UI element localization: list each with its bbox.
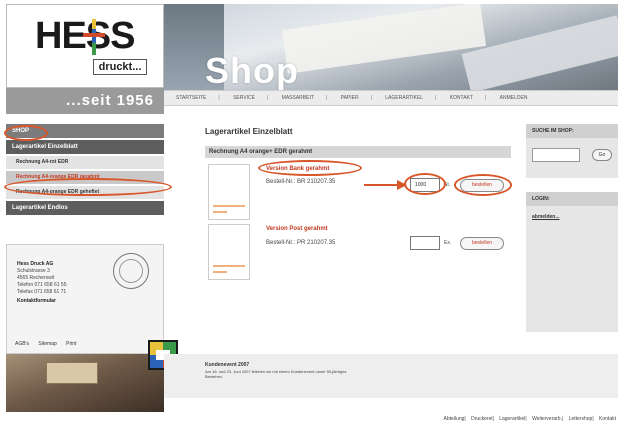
sidebar-item-rechnung-rot[interactable]: Rechnung A4-rot EDR: [6, 156, 164, 169]
search-input[interactable]: [532, 148, 580, 162]
section-title: Lagerartikel Einzelblatt: [205, 127, 293, 136]
quantity-input[interactable]: [410, 236, 440, 250]
logo-color-cross-icon: [83, 19, 105, 55]
contact-form-link[interactable]: Kontaktformular: [17, 298, 67, 305]
shop-page: HESS druckt... ...seit 1956 SHOP Lagerar…: [0, 0, 618, 426]
unit-label: Ex.: [444, 240, 452, 246]
nav-kontakt[interactable]: KONTAKT: [450, 95, 473, 101]
footer-link[interactable]: Weiterverarb.: [532, 416, 562, 422]
phone: Telefon 071 658 61 55: [17, 282, 67, 288]
nav-anmelden[interactable]: ANMELDEN: [500, 95, 528, 101]
order-number: Bestell-Nr.: BR 210207.35: [266, 179, 336, 185]
company-name: Hess Druck AG: [17, 261, 54, 267]
highlight-order-button: [454, 174, 512, 196]
logo[interactable]: HESS druckt...: [6, 4, 164, 88]
city: 4565 Recherswil: [17, 275, 54, 281]
footer-links: Abteilung| Druckerei| Lagerartikel| Weit…: [443, 416, 616, 422]
order-button[interactable]: bestellen: [460, 237, 504, 250]
product-thumbnail[interactable]: [208, 164, 250, 220]
left-footer-links: AGB's Sitemap Print: [15, 341, 84, 347]
nav-massarbeit[interactable]: MASSARBEIT: [282, 95, 314, 101]
since-banner: ...seit 1956: [6, 88, 164, 114]
news-section: Kundenevent 2007 Am 16. und 23. Juni 200…: [164, 354, 618, 398]
login-panel: LOGIN: abmelden...: [526, 192, 618, 332]
logout-link[interactable]: abmelden...: [532, 214, 560, 220]
highlight-shop: [4, 125, 48, 141]
address-block: Hess Druck AG Schulstrasse 3 4565 Recher…: [6, 244, 164, 354]
fax: Telefax 071 658 61 71: [17, 289, 67, 295]
variant-label-post: Version Post gerahmt: [266, 226, 328, 232]
nav-lagerartikel[interactable]: LAGERARTIKEL: [385, 95, 423, 101]
login-heading: LOGIN:: [526, 192, 618, 206]
street: Schulstrasse 3: [17, 268, 50, 274]
product-thumbnail[interactable]: [208, 224, 250, 280]
logo-subtitle: druckt...: [93, 59, 147, 75]
news-title: Kundenevent 2007: [205, 362, 250, 368]
arrow-connector: [364, 184, 400, 186]
page-title: Shop: [205, 50, 299, 91]
sitemap-link[interactable]: Sitemap: [38, 341, 56, 347]
sidebar-item-lagerartikel-einzelblatt[interactable]: Lagerartikel Einzelblatt: [6, 140, 164, 154]
highlight-qty: [404, 173, 446, 195]
order-number: Bestell-Nr.: PR 210207.35: [266, 240, 336, 246]
footer-link[interactable]: Lettershop: [569, 416, 593, 422]
agb-link[interactable]: AGB's: [15, 341, 29, 347]
arrow-head-icon: [397, 180, 407, 190]
footer-link[interactable]: Lagerartikel: [499, 416, 525, 422]
highlight-variant: [258, 160, 362, 176]
decorative-photo: [6, 354, 164, 412]
search-go-button[interactable]: Go: [592, 149, 612, 161]
nav-papier[interactable]: PAPIER: [341, 95, 359, 101]
company-seal-icon: [113, 253, 149, 289]
news-text: Am 16. und 23. Juni 2007 feierten wir mi…: [205, 369, 347, 379]
product-heading: Rechnung A4 orange+ EDR gerahmt: [205, 146, 511, 158]
address-text: Hess Druck AG Schulstrasse 3 4565 Recher…: [17, 261, 67, 305]
search-heading: SUCHE IM SHOP:: [526, 124, 618, 138]
sidebar-item-lagerartikel-endlos[interactable]: Lagerartikel Endlos: [6, 201, 164, 215]
footer-link[interactable]: Kontakt: [599, 416, 616, 422]
footer-link[interactable]: Abteilung: [444, 416, 465, 422]
nav-startseite[interactable]: STARTSEITE: [176, 95, 206, 101]
print-link[interactable]: Print: [66, 341, 76, 347]
nav-service[interactable]: SERVICE: [233, 95, 255, 101]
highlight-sidebar-item: [4, 178, 172, 196]
footer-link[interactable]: Druckerei: [471, 416, 492, 422]
top-navigation: STARTSEITE | SERVICE | MASSARBEIT | PAPIER |…: [164, 90, 618, 106]
search-panel: SUCHE IM SHOP: Go: [526, 124, 618, 178]
